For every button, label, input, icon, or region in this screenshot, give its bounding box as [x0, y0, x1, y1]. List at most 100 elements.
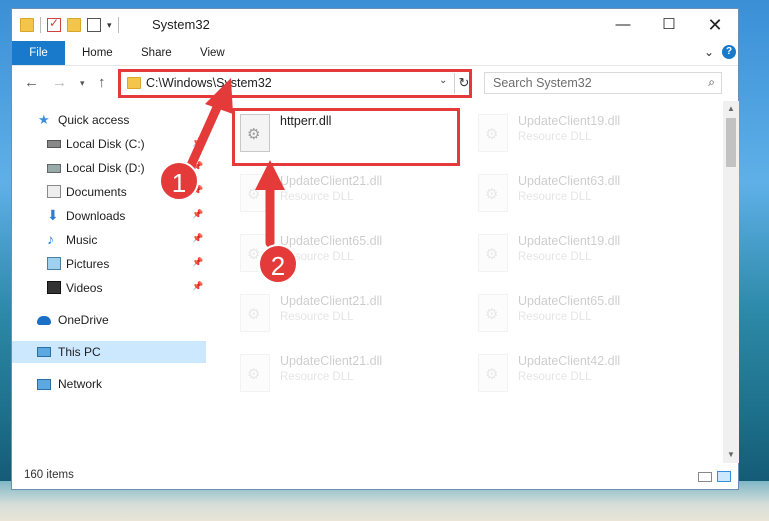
customize-toolbar-chevron-icon[interactable]: ▾ — [107, 20, 112, 31]
back-arrow-icon[interactable]: ← — [24, 74, 39, 91]
pin-icon[interactable]: 📌 — [192, 257, 203, 268]
toolbar-divider — [40, 17, 41, 33]
title-bar: ▾ System32 — ☐ ✕ — [12, 9, 738, 41]
address-bar[interactable]: C:\Windows\System32 ⌄ ↻ — [118, 69, 472, 98]
file-item[interactable]: UpdateClient21.dll Resource DLL — [232, 288, 462, 340]
minimize-button[interactable]: — — [600, 9, 646, 41]
highlight-box — [232, 108, 460, 166]
vertical-scrollbar[interactable]: ▲ ▼ — [723, 101, 739, 463]
pin-icon[interactable]: 📌 — [192, 209, 203, 220]
computer-icon — [37, 347, 51, 357]
star-icon: ★ — [38, 112, 50, 127]
file-type: Resource DLL — [280, 311, 354, 323]
sidebar-item-videos[interactable]: Videos 📌 — [12, 277, 206, 299]
sidebar-item-label: Videos — [66, 281, 103, 295]
properties-icon[interactable] — [87, 18, 101, 32]
sidebar-item-label: Pictures — [66, 257, 110, 271]
file-type: Resource DLL — [518, 191, 592, 203]
scroll-down-icon[interactable]: ▼ — [723, 447, 739, 463]
file-type: Resource DLL — [518, 371, 592, 383]
file-item[interactable]: UpdateClient19.dll Resource DLL — [470, 108, 700, 160]
step-1-badge: 1 — [159, 161, 199, 201]
videos-icon — [47, 281, 61, 294]
dll-file-icon — [478, 354, 508, 392]
file-item[interactable]: UpdateClient19.dll Resource DLL — [470, 228, 700, 280]
refresh-icon[interactable]: ↻ — [454, 73, 473, 94]
dll-file-icon — [478, 294, 508, 332]
file-item[interactable]: UpdateClient65.dll Resource DLL — [470, 288, 700, 340]
download-icon: ⬇ — [47, 207, 59, 223]
dll-file-icon — [240, 294, 270, 332]
pin-icon[interactable]: 📌 — [192, 137, 203, 148]
sidebar-item-label: Music — [66, 233, 98, 247]
step-2-badge: 2 — [258, 244, 298, 284]
sidebar-item-music[interactable]: ♪ Music 📌 — [12, 229, 206, 251]
file-name: UpdateClient65.dll — [518, 294, 621, 308]
dll-file-icon — [478, 234, 508, 272]
scrollbar-thumb[interactable] — [726, 118, 736, 167]
up-arrow-icon[interactable]: ↑ — [98, 74, 106, 91]
ribbon-tabs: File Home Share View ⌄ ? — [12, 41, 738, 65]
navigation-pane: ★ Quick access Local Disk (C:) 📌 Local D… — [12, 101, 206, 463]
item-count: 160 items — [24, 469, 74, 481]
sidebar-item-network[interactable]: Network — [12, 373, 206, 395]
file-type: Resource DLL — [518, 311, 592, 323]
search-icon[interactable]: ⌕ — [708, 75, 715, 90]
folder-icon[interactable] — [20, 18, 34, 32]
new-folder-icon[interactable] — [67, 18, 81, 32]
tab-share[interactable]: Share — [141, 41, 172, 65]
search-placeholder: Search System32 — [493, 76, 592, 90]
close-button[interactable]: ✕ — [692, 9, 738, 41]
sidebar-item-pictures[interactable]: Pictures 📌 — [12, 253, 206, 275]
expand-ribbon-chevron-icon[interactable]: ⌄ — [704, 45, 714, 59]
file-name: UpdateClient21.dll — [280, 174, 383, 188]
tab-view[interactable]: View — [200, 41, 225, 65]
scroll-up-icon[interactable]: ▲ — [723, 101, 739, 117]
file-type: Resource DLL — [518, 131, 592, 143]
file-type: Resource DLL — [280, 371, 354, 383]
drive-icon — [47, 140, 61, 148]
sidebar-item-onedrive[interactable]: OneDrive — [12, 309, 206, 331]
address-path[interactable]: C:\Windows\System32 — [146, 76, 272, 90]
file-item[interactable]: UpdateClient21.dll Resource DLL — [232, 168, 462, 220]
address-dropdown-icon[interactable]: ⌄ — [439, 75, 447, 86]
file-item[interactable]: UpdateClient63.dll Resource DLL — [470, 168, 700, 220]
search-input[interactable]: Search System32 ⌕ — [484, 72, 722, 94]
quick-access-toolbar: ▾ — [20, 16, 119, 33]
pin-icon[interactable]: 📌 — [192, 233, 203, 244]
pin-icon[interactable]: 📌 — [192, 281, 203, 292]
address-folder-icon — [127, 77, 141, 89]
dll-file-icon — [478, 174, 508, 212]
file-name: UpdateClient21.dll — [280, 294, 383, 308]
file-item[interactable]: UpdateClient42.dll Resource DLL — [470, 348, 700, 400]
file-type: Resource DLL — [518, 251, 592, 263]
sidebar-item-quick-access[interactable]: ★ Quick access — [12, 109, 206, 131]
forward-arrow-icon[interactable]: → — [52, 74, 67, 91]
file-name: UpdateClient19.dll — [518, 114, 621, 128]
sidebar-item-downloads[interactable]: ⬇ Downloads 📌 — [12, 205, 206, 227]
tab-file[interactable]: File — [12, 41, 65, 65]
toolbar-divider — [117, 17, 119, 33]
sidebar-item-label: Network — [58, 377, 103, 391]
sidebar-item-local-disk-c[interactable]: Local Disk (C:) 📌 — [12, 133, 206, 155]
network-icon — [37, 379, 51, 390]
maximize-button[interactable]: ☐ — [646, 9, 692, 41]
sidebar-item-this-pc[interactable]: This PC — [12, 341, 206, 363]
sidebar-item-label: Documents — [66, 185, 127, 199]
status-bar: 160 items — [12, 463, 738, 489]
recent-locations-chevron-icon[interactable]: ▾ — [80, 78, 85, 89]
file-type: Resource DLL — [280, 191, 354, 203]
file-item[interactable]: UpdateClient21.dll Resource DLL — [232, 348, 462, 400]
file-name: UpdateClient65.dll — [280, 234, 383, 248]
help-icon[interactable]: ? — [722, 45, 736, 59]
drive-icon — [47, 164, 61, 173]
file-name: UpdateClient63.dll — [518, 174, 621, 188]
large-icons-view-icon[interactable] — [717, 471, 731, 482]
details-view-icon[interactable] — [698, 472, 712, 482]
sidebar-item-label: This PC — [58, 345, 101, 359]
cloud-icon — [37, 316, 51, 325]
properties-check-icon[interactable] — [47, 16, 61, 32]
tab-home[interactable]: Home — [82, 41, 113, 65]
file-name: UpdateClient42.dll — [518, 354, 621, 368]
dll-file-icon — [240, 174, 270, 212]
